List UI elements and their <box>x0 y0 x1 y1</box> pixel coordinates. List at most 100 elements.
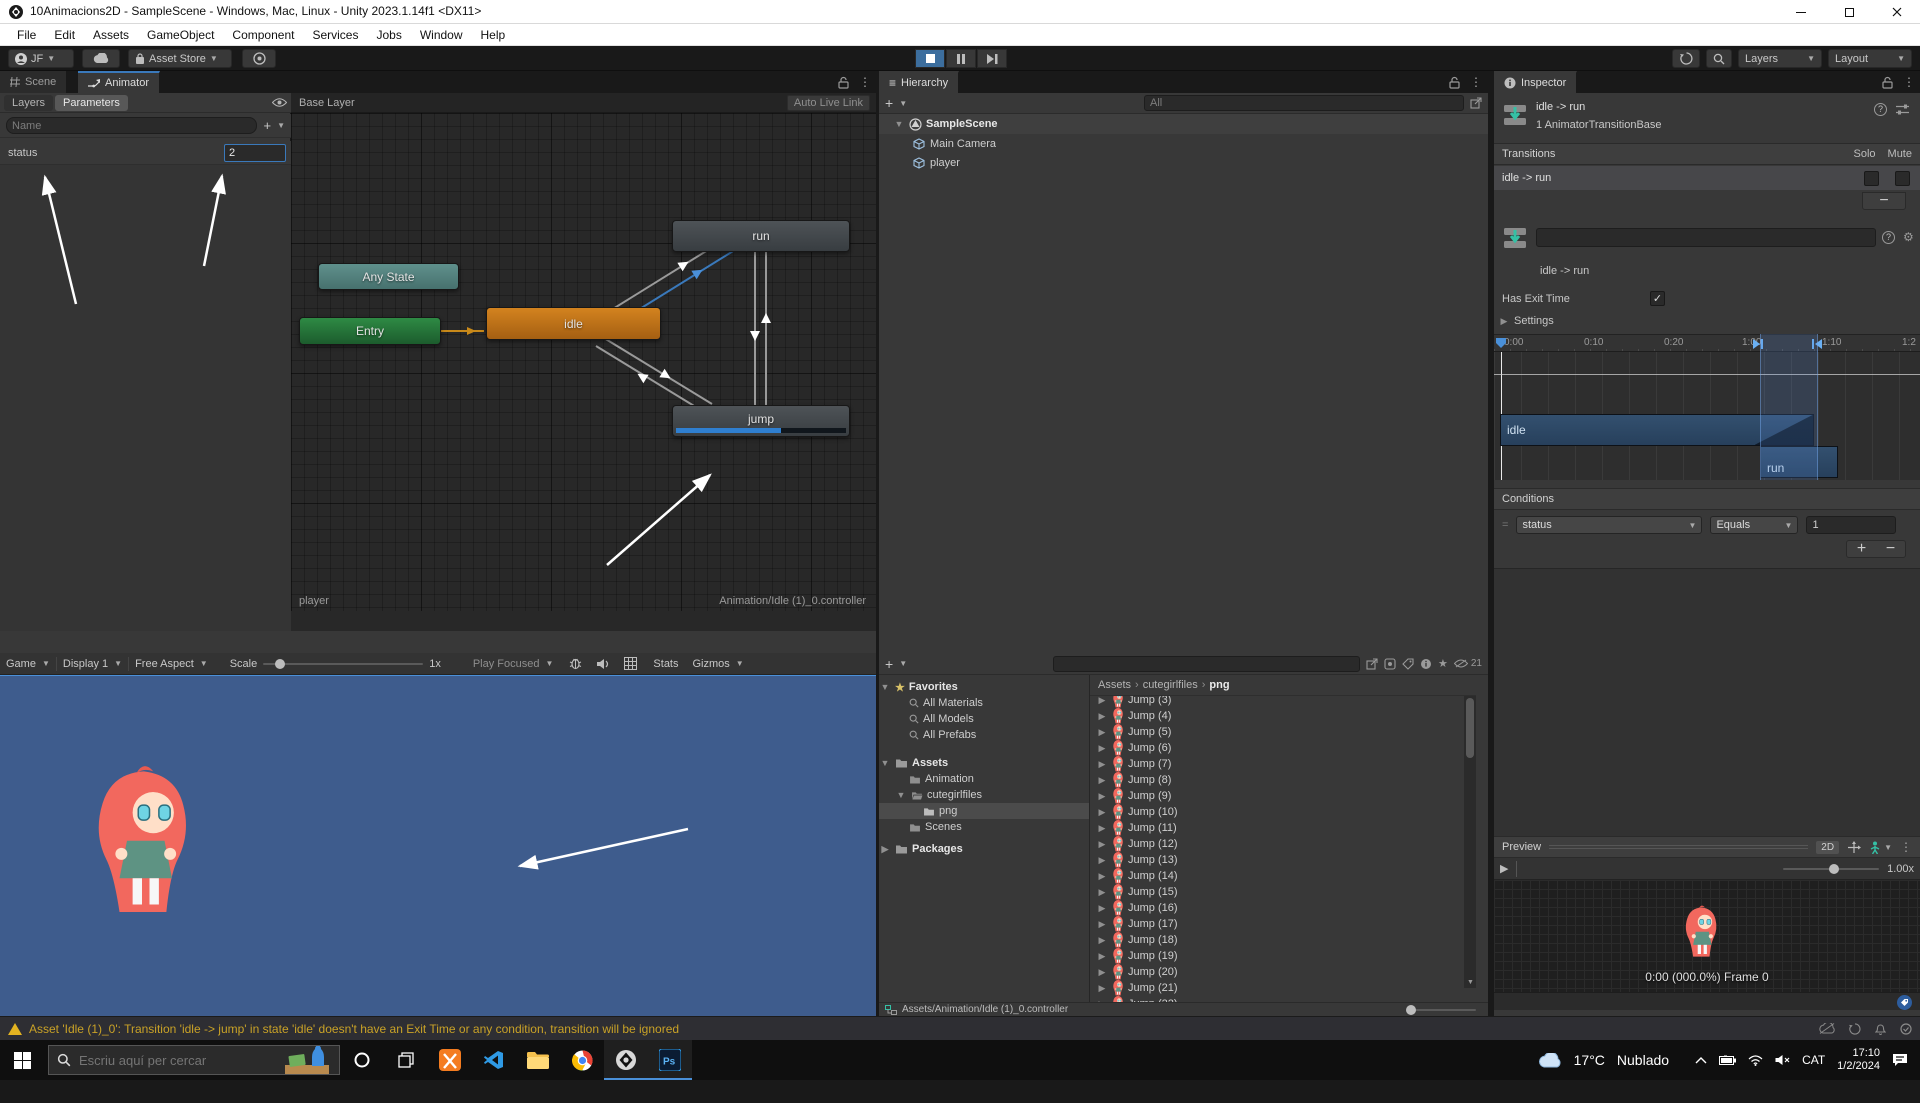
vscode-button[interactable] <box>472 1040 516 1080</box>
scroll-down-arrow[interactable]: ▼ <box>1467 979 1474 986</box>
help-icon[interactable]: ? <box>1874 103 1887 116</box>
weather-label[interactable]: Nublado <box>1617 1052 1669 1068</box>
asset-row[interactable]: ▶ Jump (10) <box>1090 804 1464 820</box>
hidden-icons-chevron[interactable] <box>1695 1056 1707 1064</box>
foldout-icon[interactable]: ▶ <box>1096 743 1108 754</box>
add-asset-button[interactable]: + <box>885 656 893 672</box>
vsync-grid-icon[interactable] <box>624 657 637 670</box>
help-icon[interactable]: ? <box>1882 231 1895 244</box>
foldout-icon[interactable]: ▼ <box>893 119 905 129</box>
asset-row[interactable]: ▶ Jump (19) <box>1090 948 1464 964</box>
menu-item[interactable]: Edit <box>45 28 84 42</box>
packages-root[interactable]: ▶ Packages <box>879 841 1089 857</box>
open-new-window-icon[interactable] <box>1470 97 1482 109</box>
preview-viewport[interactable]: 0:00 (000.0%) Frame 0 <box>1494 880 1920 992</box>
menu-item[interactable]: Help <box>472 28 515 42</box>
asset-row[interactable]: ▶ Jump (16) <box>1090 900 1464 916</box>
menu-item[interactable]: Jobs <box>367 28 410 42</box>
search-everything-button[interactable] <box>1706 49 1732 68</box>
asset-row[interactable]: ▶ Jump (5) <box>1090 724 1464 740</box>
graph-canvas[interactable]: run Any State Entry idle jump player Ani… <box>291 113 876 611</box>
asset-row[interactable]: ▶ Jump (15) <box>1090 884 1464 900</box>
condition-parameter-dropdown[interactable]: status▼ <box>1516 516 1702 534</box>
step-button[interactable] <box>977 49 1007 68</box>
menu-item[interactable]: Component <box>223 28 303 42</box>
lock-icon[interactable] <box>1449 76 1460 89</box>
foldout-icon[interactable]: ▶ <box>1096 967 1108 978</box>
add-object-button[interactable]: + <box>885 95 893 111</box>
foldout-icon[interactable]: ▶ <box>1096 903 1108 914</box>
hierarchy-item[interactable]: player <box>879 153 1488 172</box>
mute-checkbox[interactable] <box>1895 171 1910 186</box>
assets-root[interactable]: ▼ Assets <box>879 755 1089 771</box>
favorites-item[interactable]: All Materials <box>879 695 1089 711</box>
hierarchy-item[interactable]: Main Camera <box>879 134 1488 153</box>
remove-condition-button[interactable]: − <box>1886 540 1895 558</box>
condition-value-input[interactable] <box>1806 516 1896 534</box>
favorites-item[interactable]: All Prefabs <box>879 727 1089 743</box>
refresh-icon[interactable] <box>1849 1023 1861 1035</box>
tab-animator[interactable]: Animator <box>78 71 160 93</box>
state-node-entry[interactable]: Entry <box>299 317 441 345</box>
info-icon[interactable] <box>1420 658 1432 670</box>
foldout-icon[interactable]: ▶ <box>1096 871 1108 882</box>
xampp-button[interactable] <box>428 1040 472 1080</box>
auto-live-link-button[interactable]: Auto Live Link <box>787 95 870 111</box>
panel-menu-icon[interactable]: ⋮ <box>1470 75 1482 89</box>
close-button[interactable] <box>1874 0 1920 24</box>
vertical-scrollbar[interactable]: ▼ <box>1464 696 1476 988</box>
subtab-layers[interactable]: Layers <box>4 95 53 111</box>
open-new-window-icon[interactable] <box>1366 658 1378 670</box>
panel-menu-icon[interactable]: ⋮ <box>1903 75 1915 89</box>
clock[interactable]: 17:10 1/2/2024 <box>1837 1047 1880 1073</box>
hierarchy-scene-row[interactable]: ▼ SampleScene <box>879 114 1488 134</box>
version-control-button[interactable] <box>242 49 276 68</box>
thumbnail-size-slider[interactable] <box>1406 1009 1476 1011</box>
pause-button[interactable] <box>946 49 976 68</box>
add-parameter-button[interactable]: + <box>263 118 271 133</box>
display-dropdown[interactable]: Display 1 <box>63 658 108 670</box>
foldout-icon[interactable]: ▶ <box>1096 695 1108 706</box>
unity-taskbar-button[interactable] <box>604 1040 648 1080</box>
notification-center-icon[interactable] <box>1892 1053 1908 1067</box>
menu-item[interactable]: File <box>8 28 45 42</box>
scale-slider[interactable] <box>263 663 423 665</box>
menu-item[interactable]: Assets <box>84 28 138 42</box>
breadcrumb-png[interactable]: png <box>1209 679 1229 691</box>
folder-animation[interactable]: Animation <box>879 771 1089 787</box>
cloud-services-button[interactable] <box>82 49 120 68</box>
console-warning-text[interactable]: Asset 'Idle (1)_0': Transition 'idle -> … <box>29 1022 679 1036</box>
foldout-icon[interactable]: ▶ <box>1096 807 1108 818</box>
breadcrumb-assets[interactable]: Assets <box>1098 679 1131 691</box>
foldout-icon[interactable]: ▶ <box>1096 887 1108 898</box>
breadcrumb[interactable]: Base Layer <box>299 97 355 109</box>
remove-transition-button[interactable]: − <box>1862 192 1906 210</box>
subtab-parameters[interactable]: Parameters <box>55 95 128 111</box>
foldout-icon[interactable]: ▶ <box>879 844 891 855</box>
foldout-icon[interactable]: ▼ <box>879 682 891 692</box>
taskbar-search[interactable] <box>48 1045 340 1075</box>
mute-audio-icon[interactable] <box>596 658 610 670</box>
minimize-button[interactable] <box>1778 0 1824 24</box>
aspect-dropdown[interactable]: Free Aspect <box>135 658 194 670</box>
play-button[interactable] <box>915 49 945 68</box>
tab-inspector[interactable]: Inspector <box>1494 71 1577 93</box>
bell-icon[interactable] <box>1875 1023 1886 1035</box>
cortana-button[interactable] <box>340 1040 384 1080</box>
foldout-icon[interactable]: ▶ <box>1096 839 1108 850</box>
slider-knob[interactable] <box>1406 1005 1416 1015</box>
layers-dropdown[interactable]: Layers▼ <box>1738 49 1822 68</box>
asset-row[interactable]: ▶ Jump (20) <box>1090 964 1464 980</box>
add-condition-button[interactable]: + <box>1857 540 1866 558</box>
parameter-search-input[interactable] <box>6 117 257 134</box>
state-node-jump[interactable]: jump <box>672 405 850 437</box>
eye-icon[interactable] <box>272 98 287 107</box>
playhead-icon[interactable] <box>1495 337 1507 349</box>
solo-checkbox[interactable] <box>1864 171 1879 186</box>
presets-icon[interactable] <box>1896 104 1909 115</box>
display-mode-dropdown[interactable]: Game <box>6 658 36 670</box>
favorites-item[interactable]: All Models <box>879 711 1089 727</box>
foldout-icon[interactable]: ▼ <box>879 758 891 768</box>
transition-name-input[interactable] <box>1536 228 1876 247</box>
undo-history-button[interactable] <box>1672 49 1700 68</box>
